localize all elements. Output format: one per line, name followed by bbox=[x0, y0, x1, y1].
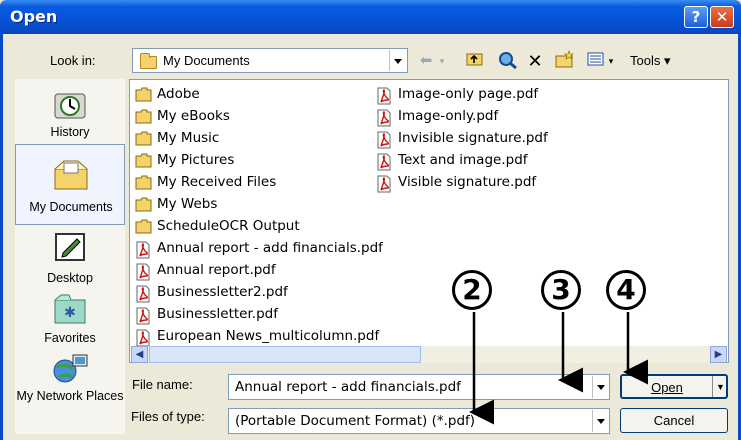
place-favorites[interactable]: ✱ Favorites bbox=[15, 291, 125, 351]
file-name: My Pictures bbox=[157, 152, 235, 168]
pdf-icon bbox=[376, 87, 392, 105]
place-label: My Documents bbox=[29, 200, 113, 214]
close-button[interactable]: ✕ bbox=[710, 6, 734, 28]
window-frame-left bbox=[0, 34, 3, 440]
file-type-select[interactable]: (Portable Document Format) (*.pdf) bbox=[228, 408, 610, 434]
pdf-icon bbox=[376, 153, 392, 171]
file-name: European News_multicolumn.pdf bbox=[157, 328, 380, 344]
file-name: Businessletter.pdf bbox=[157, 306, 278, 322]
pdf-icon bbox=[135, 285, 151, 303]
folder-icon bbox=[135, 197, 152, 213]
file-name-input[interactable]: Annual report - add financials.pdf bbox=[228, 374, 610, 400]
file-name: ScheduleOCR Output bbox=[157, 218, 300, 234]
views-icon[interactable] bbox=[586, 50, 606, 72]
callout-3: 3 bbox=[541, 270, 581, 310]
file-name: My Received Files bbox=[157, 174, 277, 190]
place-label: My Network Places bbox=[16, 389, 124, 403]
file-name: Adobe bbox=[157, 86, 200, 102]
chevron-down-icon[interactable] bbox=[389, 50, 406, 71]
file-name: Text and image.pdf bbox=[398, 152, 528, 168]
pdf-icon bbox=[135, 329, 151, 347]
file-name: My Webs bbox=[157, 196, 218, 212]
new-folder-icon[interactable] bbox=[554, 50, 576, 72]
place-label: Favorites bbox=[44, 331, 96, 345]
cancel-button[interactable]: Cancel bbox=[620, 408, 728, 433]
file-name-value: Annual report - add financials.pdf bbox=[235, 379, 461, 395]
history-icon bbox=[51, 91, 89, 123]
help-button[interactable]: ? bbox=[684, 6, 708, 28]
pdf-icon bbox=[376, 131, 392, 149]
place-desktop[interactable]: Desktop bbox=[15, 229, 125, 289]
pdf-icon bbox=[135, 307, 151, 325]
my-documents-icon bbox=[52, 159, 90, 191]
place-label: History bbox=[50, 125, 90, 139]
scroll-left-icon[interactable]: ◀ bbox=[131, 346, 148, 363]
chevron-down-icon[interactable] bbox=[592, 410, 609, 432]
views-dropdown-icon[interactable]: ▾ bbox=[606, 50, 616, 72]
folder-icon bbox=[135, 109, 152, 125]
pdf-icon bbox=[376, 175, 392, 193]
place-network[interactable]: My Network Places bbox=[15, 353, 125, 429]
folder-icon bbox=[135, 153, 152, 169]
file-name: My Music bbox=[157, 130, 220, 146]
file-name: Image-only page.pdf bbox=[398, 86, 539, 102]
place-history[interactable]: History bbox=[15, 87, 125, 147]
look-in-value: My Documents bbox=[163, 53, 250, 68]
chevron-down-icon[interactable] bbox=[592, 376, 609, 398]
back-dropdown-icon[interactable]: ▾ bbox=[437, 50, 447, 72]
open-options-icon[interactable]: ▼ bbox=[716, 376, 725, 399]
file-name-label: File name: bbox=[132, 377, 193, 392]
title-bar: Open ? ✕ bbox=[0, 0, 741, 34]
favorites-icon: ✱ bbox=[51, 293, 89, 325]
folder-icon bbox=[135, 219, 152, 235]
network-places-icon bbox=[51, 353, 89, 385]
callout-2: 2 bbox=[452, 270, 492, 310]
look-in-label: Look in: bbox=[50, 53, 96, 68]
open-button[interactable]: Open ▼ bbox=[620, 374, 728, 399]
pdf-icon bbox=[376, 109, 392, 127]
scrollbar-thumb[interactable] bbox=[149, 346, 421, 363]
horizontal-scrollbar[interactable]: ◀ ▶ bbox=[131, 346, 727, 363]
svg-text:✱: ✱ bbox=[64, 304, 76, 320]
file-type-label: Files of type: bbox=[131, 409, 205, 424]
back-icon[interactable]: ⬅ bbox=[417, 50, 435, 72]
file-name: Annual report.pdf bbox=[157, 262, 276, 278]
open-button-label: Open bbox=[651, 380, 683, 395]
file-name: Businessletter2.pdf bbox=[157, 284, 288, 300]
search-web-icon[interactable] bbox=[497, 50, 519, 72]
tools-menu-label: Tools bbox=[630, 53, 661, 68]
folder-icon bbox=[135, 175, 152, 191]
pdf-icon bbox=[135, 241, 151, 259]
file-name: Image-only.pdf bbox=[398, 108, 499, 124]
file-type-value: (Portable Document Format) (*.pdf) bbox=[235, 413, 476, 429]
scroll-right-icon[interactable]: ▶ bbox=[710, 346, 727, 363]
desktop-icon bbox=[51, 231, 89, 263]
file-name: Annual report - add financials.pdf bbox=[157, 240, 383, 256]
file-name: My eBooks bbox=[157, 108, 230, 124]
folder-icon bbox=[140, 53, 157, 69]
up-folder-icon[interactable] bbox=[465, 50, 485, 72]
tools-menu[interactable]: Tools ▾ bbox=[630, 53, 671, 69]
file-name: Visible signature.pdf bbox=[398, 174, 537, 190]
places-bar: History My Documents Desktop ✱ Favorites… bbox=[15, 79, 125, 434]
place-my-documents[interactable]: My Documents bbox=[15, 144, 125, 225]
callout-4: 4 bbox=[606, 270, 646, 310]
delete-icon[interactable]: ✕ bbox=[526, 50, 544, 72]
look-in-dropdown[interactable]: My Documents bbox=[132, 48, 408, 73]
file-name: Invisible signature.pdf bbox=[398, 130, 548, 146]
folder-icon bbox=[135, 131, 152, 147]
pdf-icon bbox=[135, 263, 151, 281]
folder-icon bbox=[135, 87, 152, 103]
file-list[interactable]: Adobe My eBooks My Music My Pictures My Rece… bbox=[129, 79, 729, 363]
place-label: Desktop bbox=[47, 271, 93, 285]
window-title: Open bbox=[10, 7, 58, 26]
